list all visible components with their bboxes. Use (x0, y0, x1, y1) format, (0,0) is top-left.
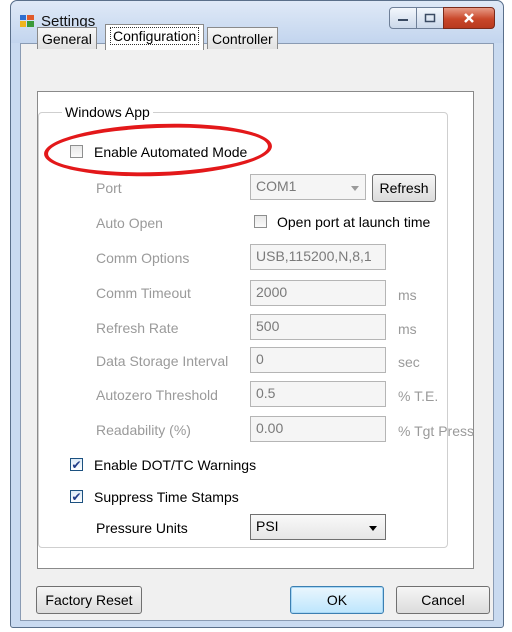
refresh-rate-unit: ms (398, 321, 417, 337)
tab-configuration-label: Configuration (110, 27, 200, 45)
port-value: COM1 (256, 178, 297, 194)
chevron-down-icon (369, 526, 377, 531)
readability-field[interactable]: 0.00 (250, 416, 386, 442)
checkmark-icon: ✔ (71, 489, 82, 504)
port-label: Port (96, 180, 122, 196)
pressure-units-select[interactable]: PSI (250, 514, 386, 540)
open-port-at-launch-checkbox[interactable] (254, 215, 267, 228)
checkmark-icon: ✔ (71, 457, 82, 472)
tab-configuration[interactable]: Configuration (105, 24, 205, 50)
factory-reset-button[interactable]: Factory Reset (36, 586, 142, 614)
cancel-label: Cancel (421, 592, 465, 608)
tab-controller-label: Controller (212, 31, 273, 47)
ok-label: OK (326, 592, 348, 608)
maximize-button[interactable] (416, 7, 444, 29)
chevron-down-icon (351, 186, 359, 191)
port-select[interactable]: COM1 (250, 174, 366, 200)
data-storage-interval-unit: sec (398, 354, 420, 370)
tab-general-label: General (42, 31, 92, 47)
settings-app-icon (20, 15, 34, 27)
data-storage-interval-field[interactable]: 0 (250, 347, 386, 373)
auto-open-label: Auto Open (96, 215, 163, 231)
ok-button[interactable]: OK (290, 586, 384, 614)
readability-label: Readability (%) (96, 422, 191, 438)
autozero-threshold-label: Autozero Threshold (96, 387, 218, 403)
cancel-button[interactable]: Cancel (396, 586, 490, 614)
readability-value: 0.00 (256, 420, 284, 436)
minimize-icon (398, 19, 408, 21)
suppress-time-stamps-checkbox[interactable]: ✔ (70, 490, 83, 503)
enable-dot-tc-warnings-checkbox[interactable]: ✔ (70, 458, 83, 471)
comm-timeout-unit: ms (398, 287, 417, 303)
suppress-time-stamps-label: Suppress Time Stamps (94, 489, 239, 505)
enable-automated-mode-checkbox[interactable] (70, 145, 83, 158)
refresh-rate-value: 500 (256, 318, 280, 334)
comm-options-value: USB,115200,N,8,1 (256, 248, 372, 264)
group-label: Windows App (62, 104, 153, 120)
comm-timeout-field[interactable]: 2000 (250, 280, 386, 306)
readability-unit: % Tgt Press (398, 423, 474, 439)
factory-reset-label: Factory Reset (45, 592, 133, 608)
open-port-at-launch-label: Open port at launch time (277, 214, 431, 230)
tab-general[interactable]: General (37, 27, 97, 49)
enable-dot-tc-warnings-label: Enable DOT/TC Warnings (94, 457, 257, 473)
refresh-button[interactable]: Refresh (372, 174, 436, 202)
refresh-rate-field[interactable]: 500 (250, 314, 386, 340)
close-icon (464, 13, 474, 23)
autozero-threshold-unit: % T.E. (398, 388, 439, 404)
close-button[interactable] (443, 7, 495, 29)
maximize-icon (424, 13, 436, 23)
enable-automated-mode-label: Enable Automated Mode (94, 144, 248, 160)
pressure-units-label: Pressure Units (96, 520, 188, 536)
pressure-units-value: PSI (256, 518, 279, 534)
autozero-threshold-value: 0.5 (256, 385, 276, 401)
refresh-rate-label: Refresh Rate (96, 320, 179, 336)
comm-options-field[interactable]: USB,115200,N,8,1 (250, 244, 386, 270)
autozero-threshold-field[interactable]: 0.5 (250, 381, 386, 407)
data-storage-interval-value: 0 (256, 351, 264, 367)
minimize-button[interactable] (389, 7, 417, 29)
data-storage-interval-label: Data Storage Interval (96, 353, 229, 369)
comm-options-label: Comm Options (96, 250, 190, 266)
refresh-button-label: Refresh (379, 180, 429, 196)
comm-timeout-value: 2000 (256, 284, 288, 300)
comm-timeout-label: Comm Timeout (96, 285, 191, 301)
tab-controller[interactable]: Controller (207, 27, 278, 49)
